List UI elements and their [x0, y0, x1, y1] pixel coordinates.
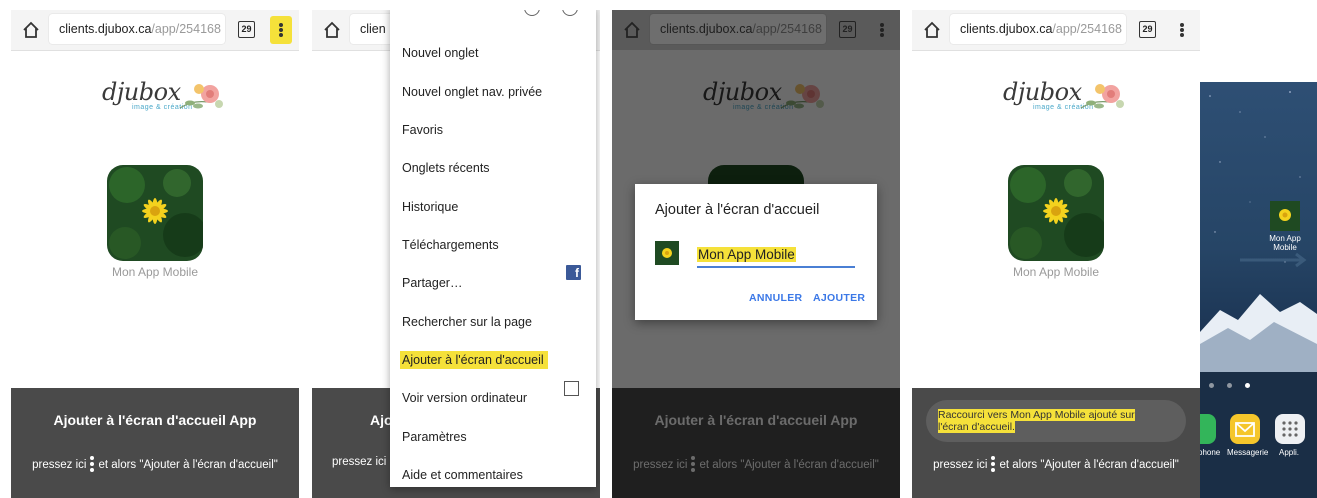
kebab-glyph-icon [90, 456, 95, 472]
banner-instruction-suffix: et alors "Ajouter à l'écran d'accueil" [98, 459, 278, 471]
menu-item-downloads[interactable]: Téléchargements [402, 238, 499, 252]
info-icon[interactable] [524, 10, 540, 16]
menu-item-share[interactable]: Partager… [402, 276, 462, 290]
panel-5-homescreen: Mon App Mobile phone Messagerie Appli. [1200, 82, 1317, 498]
banner-instruction-prefix: pressez ici [332, 456, 387, 468]
menu-item-find-in-page[interactable]: Rechercher sur la page [402, 315, 532, 329]
browser-toolbar: clients.djubox.ca/app/254168 29 [612, 10, 900, 50]
page-indicator-dot-active [1245, 383, 1250, 388]
home-icon[interactable] [322, 20, 342, 40]
banner-instruction: pressez ici et alors "Ajouter à l'écran d… [11, 456, 299, 472]
facebook-icon: f [566, 265, 581, 280]
add-to-home-dialog: Ajouter à l'écran d'accueil Mon App Mobi… [635, 184, 877, 320]
toast-message: Raccourci vers Mon App Mobile ajouté sur… [938, 409, 1135, 433]
banner-instruction-prefix: pressez ici [933, 459, 988, 471]
banner-instruction: pressez ici et alors "Ajouter à l'écran d… [912, 456, 1200, 472]
logo-word: djubox [102, 78, 181, 106]
add-to-home-banner: Ajouter à l'écran d'accueil App pressez … [11, 388, 299, 498]
refresh-icon[interactable] [562, 10, 578, 16]
menu-item-desktop-site[interactable]: Voir version ordinateur [402, 391, 527, 405]
url-host-partial: clien [360, 22, 386, 36]
homescreen-shortcut-icon[interactable] [1270, 201, 1300, 231]
page-indicator-dot [1209, 383, 1214, 388]
url-bar[interactable]: clients.djubox.ca/app/254168 [950, 14, 1126, 44]
menu-item-recent-tabs[interactable]: Onglets récents [402, 161, 490, 175]
app-icon[interactable] [107, 165, 203, 261]
home-icon[interactable] [622, 20, 642, 40]
tab-switcher-icon[interactable]: 29 [238, 21, 255, 38]
bookmark-star-icon[interactable] [448, 10, 462, 14]
app-name-label: Mon App Mobile [111, 265, 199, 279]
menu-kebab-icon[interactable] [871, 16, 893, 44]
menu-item-history[interactable]: Historique [402, 200, 458, 214]
url-host: clients.djubox.ca [660, 22, 753, 36]
tab-switcher-icon[interactable]: 29 [1139, 21, 1156, 38]
kebab-glyph-icon [991, 456, 996, 472]
menu-item-bookmarks[interactable]: Favoris [402, 123, 443, 137]
url-path: /app/254168 [151, 22, 221, 36]
browser-toolbar: clients.djubox.ca/app/254168 29 [912, 10, 1200, 51]
app-name-label: Mon App Mobile [1012, 265, 1100, 279]
panel-2-menu-open: clien Ajo pressez ici Nouvel onglet Nouv… [312, 10, 600, 498]
app-icon[interactable] [1008, 165, 1104, 261]
dock-label-phone: phone [1200, 448, 1221, 457]
flower-decoration-icon [179, 84, 223, 109]
tab-count: 29 [241, 24, 252, 34]
tab-switcher-icon[interactable]: 29 [839, 21, 856, 38]
banner-title: Ajouter à l'écran d'accueil App [53, 412, 257, 428]
add-button[interactable]: AJOUTER [813, 292, 865, 304]
panel-4-toast: clients.djubox.ca/app/254168 29 djubox i… [912, 10, 1200, 498]
djubox-logo: djubox image & création [96, 78, 223, 120]
menu-item-add-to-home[interactable]: Ajouter à l'écran d'accueil [400, 351, 548, 369]
url-bar[interactable]: clients.djubox.ca/app/254168 [49, 14, 225, 44]
dock-label-messaging: Messagerie [1227, 448, 1269, 457]
url-path: /app/254168 [752, 22, 822, 36]
desktop-site-checkbox[interactable] [564, 381, 579, 396]
overflow-menu: Nouvel onglet Nouvel onglet nav. privée … [390, 10, 596, 487]
messaging-app-icon [1230, 414, 1260, 444]
toast-text: Raccourci vers Mon App Mobile ajouté sur… [938, 409, 1158, 433]
home-icon[interactable] [922, 20, 942, 40]
url-bar[interactable]: clients.djubox.ca/app/254168 [650, 14, 826, 44]
dialog-title: Ajouter à l'écran d'accueil [655, 202, 820, 218]
browser-toolbar: clients.djubox.ca/app/254168 29 [11, 10, 299, 51]
panel-3-dialog: clients.djubox.ca/app/254168 29 djubox i… [612, 10, 900, 498]
menu-top-icons [390, 10, 596, 24]
phone-app-icon [1200, 414, 1216, 444]
logo-word: djubox [1003, 78, 1082, 106]
url-host: clients.djubox.ca [960, 22, 1053, 36]
menu-kebab-icon[interactable] [270, 16, 292, 44]
shortcut-name-value: Mon App Mobile [697, 247, 796, 262]
flower-decoration-icon [1080, 84, 1124, 109]
menu-item-new-tab[interactable]: Nouvel onglet [402, 46, 478, 60]
menu-item-help[interactable]: Aide et commentaires [402, 468, 523, 482]
cancel-button[interactable]: ANNULER [749, 292, 802, 304]
tab-count: 29 [1142, 24, 1153, 34]
panel-1-browser: clients.djubox.ca/app/254168 29 djubox i… [11, 10, 299, 498]
dock-label-apps: Appli. [1279, 448, 1300, 457]
djubox-logo: djubox image & création [997, 78, 1124, 120]
menu-kebab-icon[interactable] [1171, 16, 1193, 44]
tab-count: 29 [842, 24, 853, 34]
app-thumbnail-icon [655, 241, 679, 265]
banner-instruction-prefix: pressez ici [32, 459, 87, 471]
url-host: clients.djubox.ca [59, 22, 152, 36]
banner-instruction-suffix: et alors "Ajouter à l'écran d'accueil" [999, 459, 1179, 471]
shortcut-name-input[interactable]: Mon App Mobile [697, 246, 855, 268]
page-indicator-dot [1227, 383, 1232, 388]
menu-item-incognito[interactable]: Nouvel onglet nav. privée [402, 85, 542, 99]
home-icon[interactable] [21, 20, 41, 40]
menu-item-settings[interactable]: Paramètres [402, 430, 467, 444]
shortcut-added-toast: Raccourci vers Mon App Mobile ajouté sur… [926, 400, 1186, 442]
homescreen-shortcut-label: Mon App Mobile [1269, 234, 1301, 252]
url-path: /app/254168 [1052, 22, 1122, 36]
